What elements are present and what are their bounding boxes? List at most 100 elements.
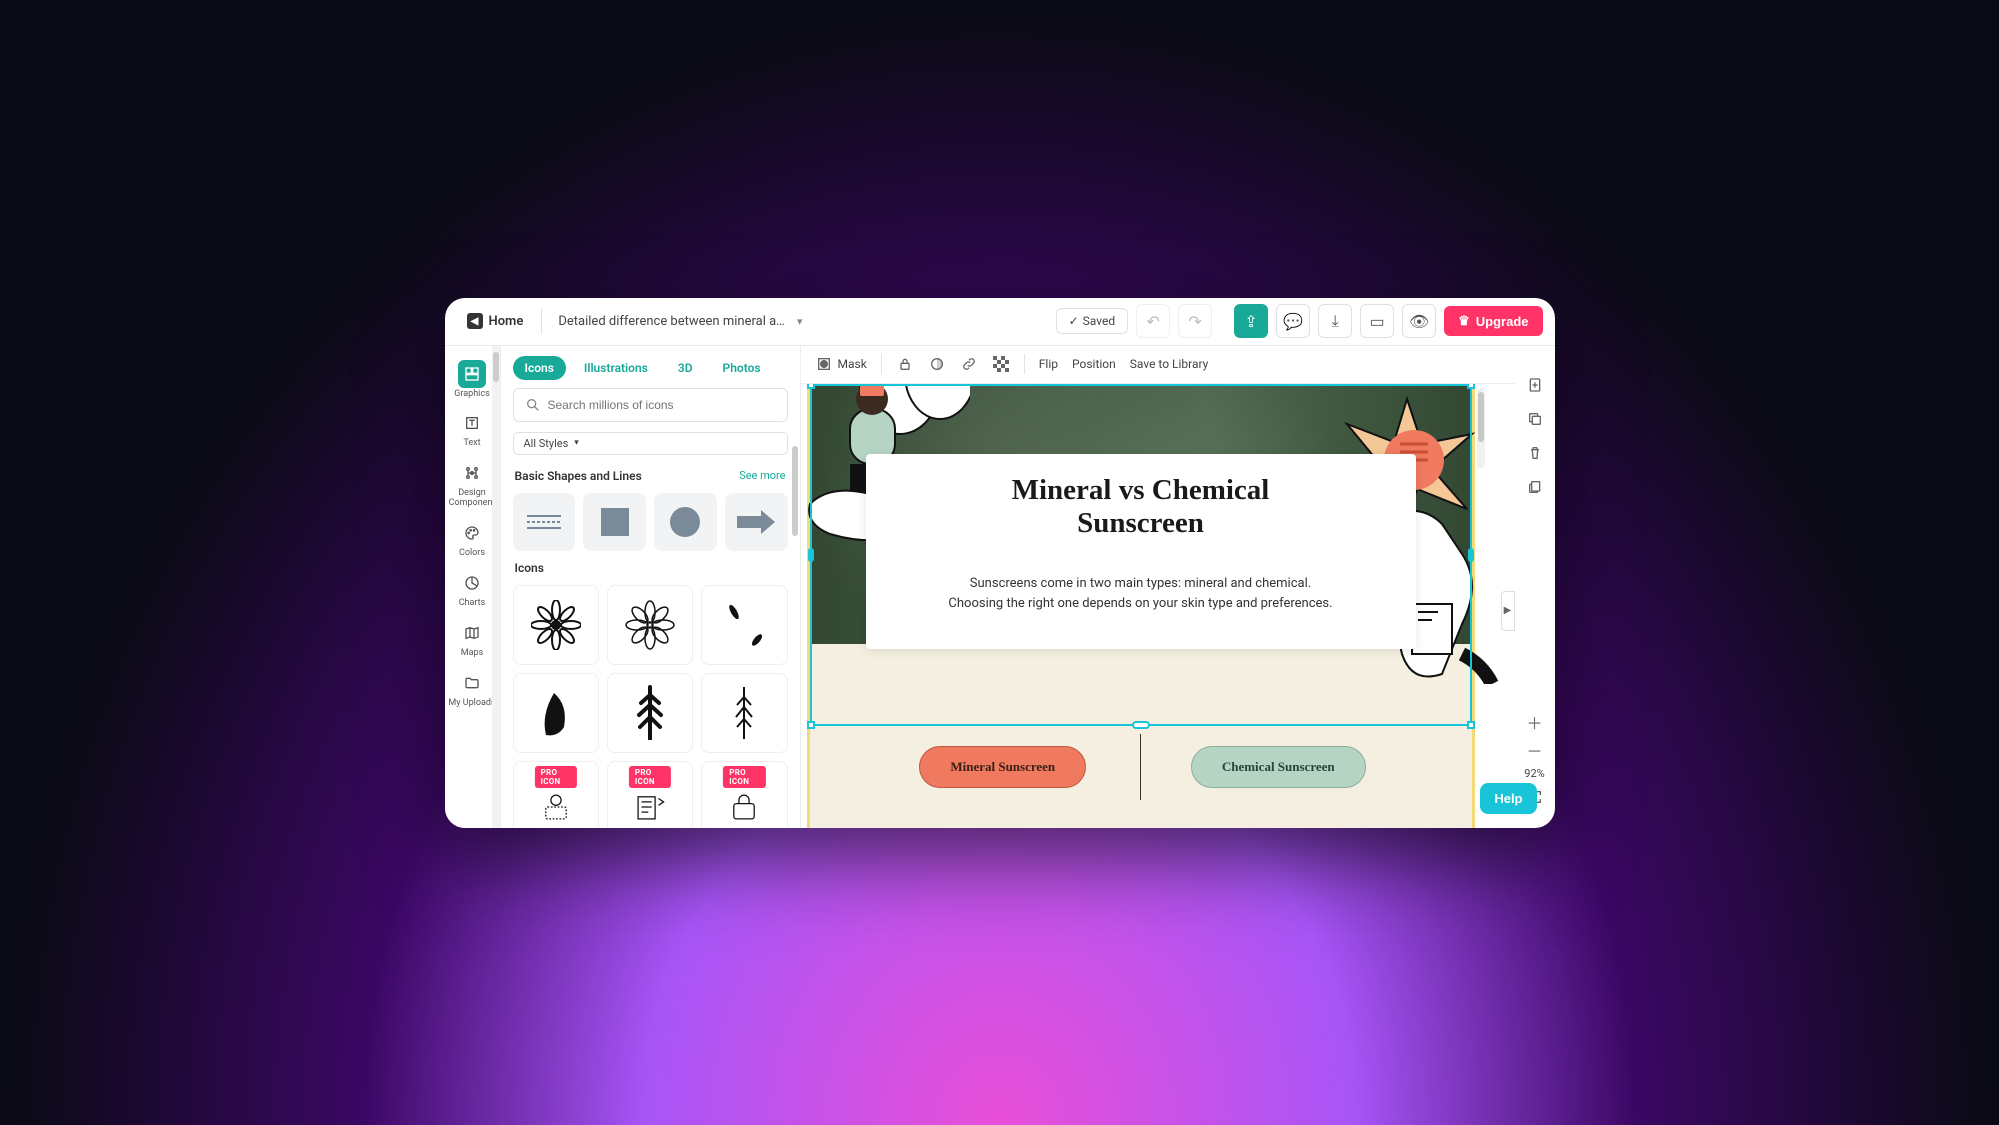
upgrade-button[interactable]: ♛ Upgrade bbox=[1444, 306, 1542, 336]
rail-graphics[interactable]: Graphics bbox=[446, 356, 498, 404]
rail-scrollbar[interactable] bbox=[492, 346, 500, 828]
asset-leaf-brush[interactable] bbox=[513, 673, 599, 753]
document-title-text: Detailed difference between mineral and … bbox=[558, 314, 788, 329]
styles-label: All Styles bbox=[524, 437, 569, 450]
selection-handle[interactable] bbox=[1132, 721, 1150, 729]
rail-label: Colors bbox=[459, 549, 485, 559]
app-body: Graphics Text Design Component Colors Ch… bbox=[445, 346, 1555, 828]
panel-scrollbar[interactable] bbox=[792, 446, 798, 536]
tab-illustrations[interactable]: Illustrations bbox=[572, 356, 660, 380]
pills-row: Mineral Sunscreen Chemical Sunscreen bbox=[866, 734, 1416, 800]
rail-charts[interactable]: Charts bbox=[446, 565, 498, 613]
body-text: Sunscreens come in two main types: miner… bbox=[916, 574, 1366, 613]
preview-button[interactable]: 👁 bbox=[1402, 304, 1436, 338]
rail-components[interactable]: Design Component bbox=[446, 455, 498, 513]
zoom-out-button[interactable]: － bbox=[1524, 739, 1546, 761]
see-more-link[interactable]: See more bbox=[739, 469, 785, 482]
link-button[interactable] bbox=[960, 355, 978, 373]
crown-icon: ♛ bbox=[1458, 313, 1470, 329]
folder-icon bbox=[458, 669, 486, 697]
rail-label: My Uploads bbox=[448, 699, 495, 709]
chevron-down-icon: ▾ bbox=[574, 438, 579, 448]
rail-uploads[interactable]: My Uploads bbox=[446, 665, 498, 713]
asset-tree-2[interactable] bbox=[701, 673, 787, 753]
search-input[interactable] bbox=[548, 398, 783, 412]
pill-col-right: Chemical Sunscreen bbox=[1141, 734, 1416, 800]
graphics-icon bbox=[458, 360, 486, 388]
asset-flower-2[interactable] bbox=[607, 585, 693, 665]
asset-tree-1[interactable] bbox=[607, 673, 693, 753]
present-button[interactable]: ▭ bbox=[1360, 304, 1394, 338]
lock-button[interactable] bbox=[896, 355, 914, 373]
home-label: Home bbox=[489, 314, 524, 329]
rail-label: Design Component bbox=[446, 489, 498, 509]
search-box[interactable] bbox=[513, 388, 788, 422]
rail-label: Charts bbox=[459, 599, 486, 609]
selection-handle[interactable] bbox=[807, 721, 815, 729]
opacity-button[interactable] bbox=[928, 355, 946, 373]
shape-arrow[interactable] bbox=[725, 493, 788, 551]
flip-button[interactable]: Flip bbox=[1039, 357, 1058, 371]
redo-button[interactable]: ↷ bbox=[1178, 304, 1212, 338]
icons-grid: PRO ICON PRO ICON PRO ICON bbox=[501, 579, 800, 828]
home-button[interactable]: ◀ Home bbox=[457, 309, 534, 333]
mask-button[interactable]: Mask bbox=[815, 355, 867, 373]
duplicate-button[interactable] bbox=[1524, 408, 1546, 430]
zoom-in-button[interactable]: ＋ bbox=[1524, 711, 1546, 733]
copy-button[interactable] bbox=[1524, 476, 1546, 498]
asset-pro-1[interactable]: PRO ICON bbox=[513, 761, 599, 828]
rail-maps[interactable]: Maps bbox=[446, 615, 498, 663]
maps-icon bbox=[458, 619, 486, 647]
section-icons-header: Icons bbox=[501, 557, 800, 579]
context-toolbar: Mask Flip Position Save to Library bbox=[801, 346, 1515, 384]
headline: Mineral vs Chemical Sunscreen bbox=[916, 474, 1366, 541]
left-rail: Graphics Text Design Component Colors Ch… bbox=[445, 346, 501, 828]
rail-label: Graphics bbox=[454, 390, 489, 400]
styles-filter[interactable]: All Styles ▾ bbox=[513, 432, 788, 455]
shape-lines[interactable] bbox=[513, 493, 576, 551]
download-icon: ⤓ bbox=[1332, 311, 1339, 331]
asset-pro-2[interactable]: PRO ICON bbox=[607, 761, 693, 828]
section-title: Icons bbox=[515, 561, 544, 575]
pro-badge: PRO ICON bbox=[723, 766, 765, 788]
asset-pro-3[interactable]: PRO ICON bbox=[701, 761, 787, 828]
asset-leaves[interactable] bbox=[701, 585, 787, 665]
undo-icon: ↶ bbox=[1146, 312, 1159, 331]
flip-label: Flip bbox=[1039, 357, 1058, 371]
add-page-button[interactable] bbox=[1524, 374, 1546, 396]
download-button[interactable]: ⤓ bbox=[1318, 304, 1352, 338]
divider bbox=[881, 354, 882, 374]
help-label: Help bbox=[1494, 791, 1522, 806]
rail-colors[interactable]: Colors bbox=[446, 515, 498, 563]
comment-icon: 💬 bbox=[1283, 312, 1303, 331]
tab-photos[interactable]: Photos bbox=[711, 356, 773, 380]
back-icon: ◀ bbox=[467, 313, 483, 329]
asset-flower-1[interactable] bbox=[513, 585, 599, 665]
tab-3d[interactable]: 3D bbox=[666, 356, 705, 380]
divider bbox=[541, 308, 542, 334]
help-button[interactable]: Help bbox=[1480, 783, 1536, 814]
tab-icons[interactable]: Icons bbox=[513, 356, 566, 380]
selection-handle[interactable] bbox=[1467, 721, 1475, 729]
shape-circle[interactable] bbox=[654, 493, 717, 551]
rail-text[interactable]: Text bbox=[446, 405, 498, 453]
section-title: Basic Shapes and Lines bbox=[515, 469, 642, 483]
transparency-button[interactable] bbox=[992, 355, 1010, 373]
share-icon: ⇪ bbox=[1244, 312, 1257, 331]
shape-square[interactable] bbox=[583, 493, 646, 551]
charts-icon bbox=[458, 569, 486, 597]
delete-button[interactable] bbox=[1524, 442, 1546, 464]
save-library-button[interactable]: Save to Library bbox=[1130, 357, 1209, 371]
position-button[interactable]: Position bbox=[1072, 357, 1116, 371]
divider bbox=[1024, 354, 1025, 374]
document-title-dropdown[interactable]: Detailed difference between mineral and … bbox=[550, 314, 810, 329]
save-label: Save to Library bbox=[1130, 357, 1209, 371]
collapse-right-panel[interactable]: ▶ bbox=[1501, 591, 1515, 631]
share-button[interactable]: ⇪ bbox=[1234, 304, 1268, 338]
undo-button[interactable]: ↶ bbox=[1136, 304, 1170, 338]
canvas[interactable]: Mineral vs Chemical Sunscreen Sunscreens… bbox=[801, 384, 1515, 828]
pro-badge: PRO ICON bbox=[535, 766, 577, 788]
comment-button[interactable]: 💬 bbox=[1276, 304, 1310, 338]
canvas-scrollbar[interactable] bbox=[1477, 388, 1485, 468]
right-rail: ＋ － 92% bbox=[1515, 346, 1555, 828]
